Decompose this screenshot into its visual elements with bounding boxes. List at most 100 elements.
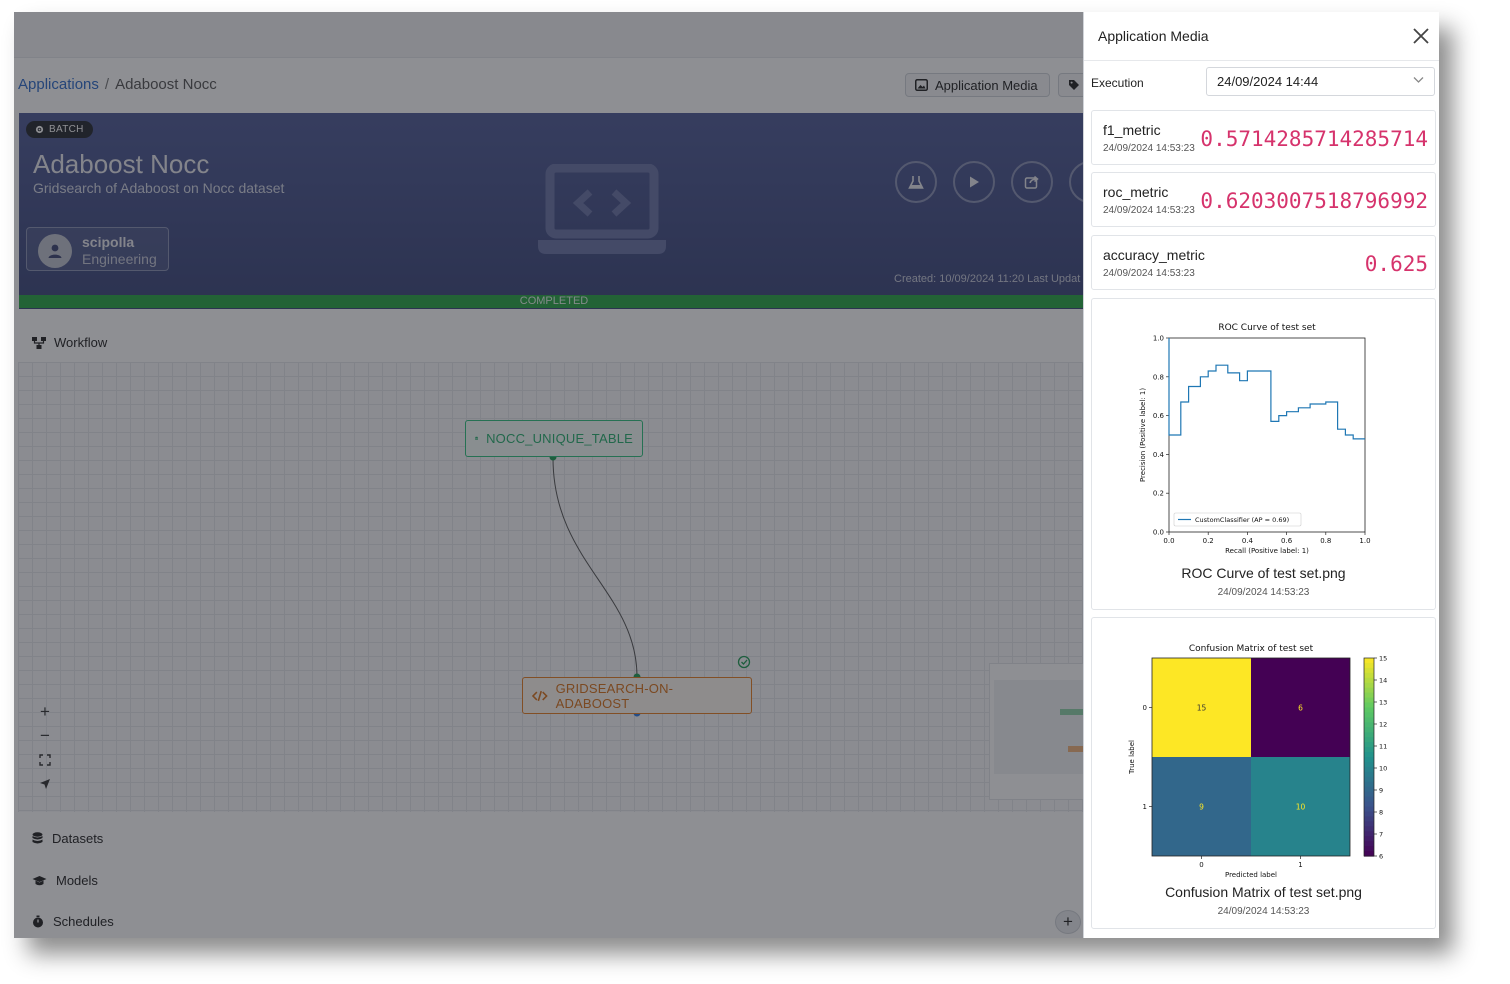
- x-tick-label: 0.0: [1163, 537, 1174, 545]
- chart-title: ROC Curve of test set: [1218, 323, 1316, 333]
- execution-select-value: 24/09/2024 14:44: [1217, 74, 1319, 89]
- media-timestamp: 24/09/2024 14:53:23: [1217, 906, 1310, 917]
- colorbar-segment: [1364, 766, 1374, 773]
- close-icon[interactable]: [1411, 26, 1431, 46]
- modal-backdrop[interactable]: [14, 12, 1083, 938]
- metric-name: accuracy_metric: [1103, 247, 1205, 263]
- colorbar-tick-label: 6: [1379, 853, 1383, 861]
- colorbar-segment: [1364, 776, 1374, 783]
- metric-value: 0.6203007518796992: [1200, 189, 1428, 213]
- x-tick-label: 0: [1199, 861, 1203, 869]
- plot-frame: [1168, 337, 1366, 533]
- metric-value: 0.5714285714285714: [1200, 127, 1428, 151]
- cell-value-label: 15: [1197, 704, 1207, 713]
- colorbar-segment: [1364, 687, 1374, 694]
- media-caption: ROC Curve of test set.png: [1181, 565, 1346, 581]
- colorbar-segment: [1364, 796, 1374, 803]
- metric-card: roc_metric 24/09/2024 14:53:23 0.6203007…: [1091, 172, 1436, 227]
- execution-label: Execution: [1091, 76, 1144, 90]
- colorbar-segment: [1364, 757, 1374, 763]
- colorbar-tick-label: 14: [1379, 677, 1387, 685]
- colorbar-segment: [1364, 742, 1374, 748]
- roc-curve-chart: ROC Curve of test set 0.0 0.2 0.4 0.6 0.8 1.0 0…: [1139, 323, 1371, 555]
- colorbar-segment: [1364, 816, 1374, 822]
- colorbar-segment: [1364, 831, 1374, 837]
- x-tick-label: 0.4: [1242, 537, 1254, 545]
- legend-label: CustomClassifier (AP = 0.69): [1195, 516, 1289, 524]
- metric-timestamp: 24/09/2024 14:53:23: [1103, 205, 1195, 216]
- metric-timestamp: 24/09/2024 14:53:23: [1103, 143, 1195, 154]
- metric-card: accuracy_metric 24/09/2024 14:53:23 0.62…: [1091, 235, 1436, 290]
- x-axis-label: Predicted label: [1225, 871, 1277, 878]
- x-tick-label: 1.0: [1359, 537, 1370, 545]
- colorbar-segment: [1364, 702, 1374, 709]
- y-tick-label: 0.4: [1153, 451, 1165, 459]
- colorbar-segment: [1364, 682, 1374, 689]
- metric-value: 0.625: [1364, 252, 1428, 276]
- colorbar-segment: [1364, 836, 1374, 842]
- colorbar-segment: [1364, 707, 1374, 714]
- colorbar-segment: [1364, 692, 1374, 699]
- colorbar-segment: [1364, 662, 1374, 669]
- app-window: Applications/Adaboost Nocc Application M…: [14, 12, 1439, 938]
- colorbar-segment: [1364, 771, 1374, 778]
- colorbar-segment: [1364, 761, 1374, 768]
- colorbar-segment: [1364, 826, 1374, 832]
- media-caption: Confusion Matrix of test set.png: [1165, 884, 1362, 900]
- x-axis-label: Recall (Positive label: 1): [1225, 547, 1309, 555]
- colorbar-tick-label: 11: [1379, 743, 1387, 751]
- colorbar-segment: [1364, 821, 1374, 827]
- x-tick-label: 0.8: [1320, 537, 1331, 545]
- colorbar-tick-label: 7: [1379, 831, 1383, 839]
- panel-title: Application Media: [1098, 28, 1209, 44]
- panel-divider: [1084, 60, 1439, 61]
- metric-card: f1_metric 24/09/2024 14:53:23 0.57142857…: [1091, 110, 1436, 165]
- y-tick-label: 0.6: [1153, 412, 1165, 420]
- media-card-roc[interactable]: ROC Curve of test set 0.0 0.2 0.4 0.6 0.8 1.0 0…: [1091, 298, 1436, 610]
- colorbar-tick-label: 9: [1379, 787, 1383, 795]
- colorbar-segment: [1364, 791, 1374, 798]
- confusion-matrix-chart: Confusion Matrix of test set15 69 100 101Pr…: [1128, 644, 1387, 878]
- colorbar-segment: [1364, 732, 1374, 738]
- colorbar-segment: [1364, 677, 1374, 684]
- colorbar-tick-label: 13: [1379, 699, 1387, 707]
- colorbar-tick-label: 8: [1379, 809, 1383, 817]
- media-timestamp: 24/09/2024 14:53:23: [1217, 587, 1310, 598]
- application-media-panel: Application Media Execution 24/09/2024 1…: [1083, 12, 1439, 938]
- media-card-confusion[interactable]: Confusion Matrix of test set 15 6 9 10 0 1 0 1 Pr…: [1091, 617, 1436, 929]
- colorbar-segment: [1364, 717, 1374, 723]
- y-tick-label: 0: [1143, 704, 1147, 712]
- execution-select[interactable]: 24/09/2024 14:44: [1206, 67, 1435, 96]
- colorbar-segment: [1364, 801, 1374, 808]
- colorbar-segment: [1364, 667, 1374, 674]
- colorbar-segment: [1364, 737, 1374, 743]
- colorbar-tick-label: 10: [1379, 765, 1387, 773]
- colorbar-segment: [1364, 727, 1374, 733]
- x-tick-label: 0.2: [1203, 537, 1214, 545]
- colorbar-segment: [1364, 658, 1374, 664]
- y-tick-label: 0.0: [1153, 529, 1164, 537]
- cell-value-label: 10: [1296, 803, 1306, 812]
- y-tick-label: 0.2: [1153, 490, 1164, 498]
- colorbar-segment: [1364, 697, 1374, 704]
- cell-value-label: 9: [1199, 803, 1204, 812]
- x-tick-label: 0.6: [1281, 537, 1293, 545]
- colorbar-segment: [1364, 786, 1374, 793]
- metric-name: roc_metric: [1103, 184, 1169, 200]
- cell-value-label: 6: [1298, 704, 1303, 713]
- colorbar-segment: [1364, 747, 1374, 753]
- colorbar-segment: [1364, 806, 1374, 813]
- x-tick-label: 1: [1298, 861, 1302, 869]
- y-axis-label: Precision (Positive label: 1): [1139, 388, 1147, 482]
- y-tick-label: 1: [1143, 803, 1147, 811]
- colorbar-tick-label: 15: [1379, 655, 1387, 663]
- colorbar-tick-label: 12: [1379, 721, 1387, 729]
- y-axis-label: True label: [1128, 740, 1136, 775]
- chart-title: Confusion Matrix of test set: [1189, 644, 1314, 654]
- colorbar-segment: [1364, 846, 1374, 852]
- colorbar-segment: [1364, 672, 1374, 679]
- y-tick-label: 1.0: [1153, 335, 1164, 343]
- colorbar-segment: [1364, 722, 1374, 728]
- colorbar-segment: [1364, 712, 1374, 718]
- colorbar-segment: [1364, 752, 1374, 758]
